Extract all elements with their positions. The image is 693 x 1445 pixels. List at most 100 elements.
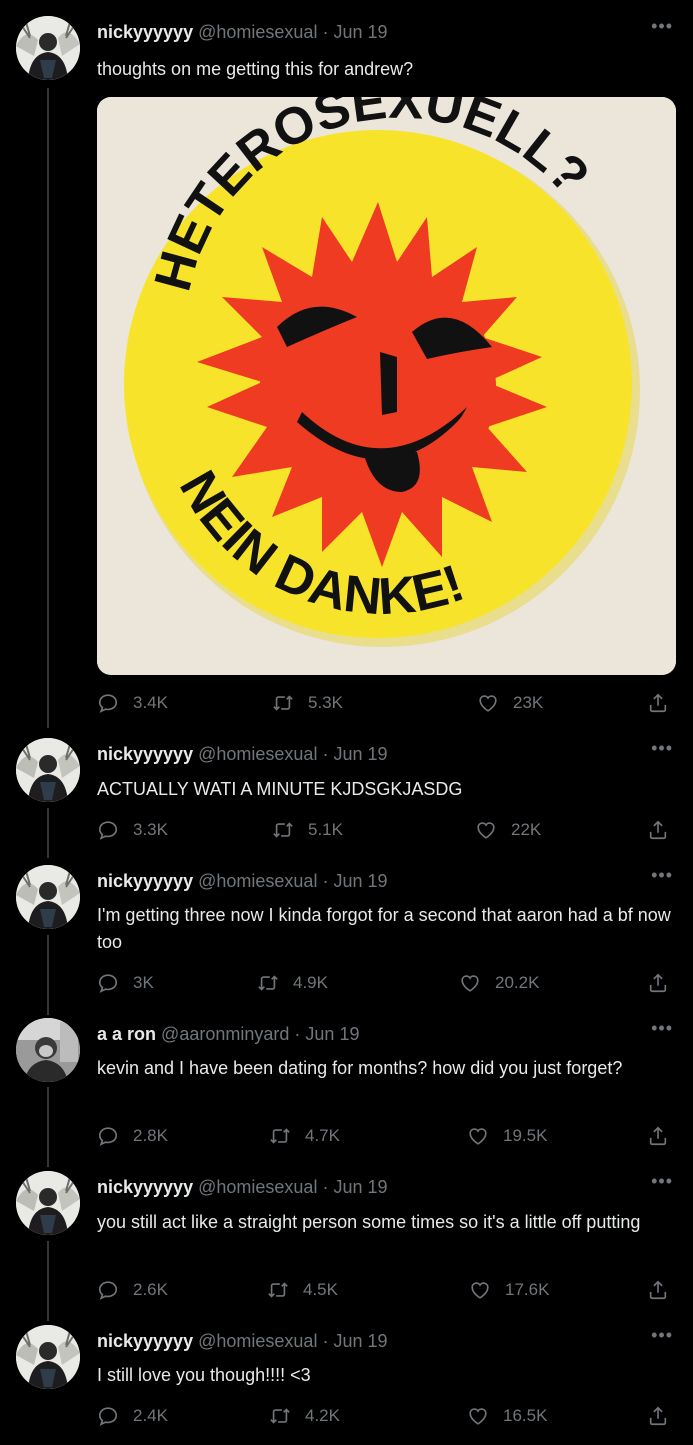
like-button[interactable]: 23K xyxy=(477,692,543,714)
more-icon[interactable]: ••• xyxy=(651,1171,673,1191)
display-name[interactable]: nickyyyyyy xyxy=(97,22,193,42)
reply-icon xyxy=(97,692,119,714)
more-icon[interactable]: ••• xyxy=(651,865,673,885)
display-name[interactable]: a a ron xyxy=(97,1024,156,1044)
avatar[interactable] xyxy=(16,865,80,929)
user-handle[interactable]: @aaronminyard xyxy=(161,1024,289,1044)
retweet-button[interactable]: 4.7K xyxy=(269,1125,340,1147)
tweet-date[interactable]: Jun 19 xyxy=(333,744,387,764)
separator: · xyxy=(322,871,329,891)
retweet-icon xyxy=(272,819,294,841)
avatar[interactable] xyxy=(16,1171,80,1235)
reply-button[interactable]: 3K xyxy=(97,972,154,994)
share-button[interactable] xyxy=(647,972,669,994)
like-button[interactable]: 16.5K xyxy=(467,1405,547,1427)
user-handle[interactable]: @homiesexual xyxy=(198,871,317,891)
display-name[interactable]: nickyyyyyy xyxy=(97,744,193,764)
tweet[interactable]: nickyyyyyy @homiesexual · Jun 19 ••• I s… xyxy=(0,1325,693,1440)
retweet-button[interactable]: 5.1K xyxy=(272,819,343,841)
like-count: 22K xyxy=(511,820,542,839)
reply-icon xyxy=(97,1405,119,1427)
user-handle[interactable]: @homiesexual xyxy=(198,1177,317,1197)
retweet-count: 4.7K xyxy=(305,1126,340,1145)
reply-button[interactable]: 3.3K xyxy=(97,819,168,841)
tweet-text: thoughts on me getting this for andrew? xyxy=(97,59,414,79)
tweet-date[interactable]: Jun 19 xyxy=(305,1024,359,1044)
retweet-icon xyxy=(257,972,279,994)
reply-button[interactable]: 3.4K xyxy=(97,692,168,714)
reply-count: 2.6K xyxy=(133,1280,168,1299)
more-icon[interactable]: ••• xyxy=(651,1018,673,1038)
more-icon[interactable]: ••• xyxy=(651,1325,673,1345)
like-button[interactable]: 19.5K xyxy=(467,1125,547,1147)
tweet-header: nickyyyyyy @homiesexual · Jun 19 xyxy=(97,1329,388,1353)
like-button[interactable]: 17.6K xyxy=(469,1279,549,1301)
tweet[interactable]: nickyyyyyy @homiesexual · Jun 19 ••• ACT… xyxy=(0,738,693,848)
tweet-actions: 3.3K 5.1K 22K xyxy=(97,819,673,843)
retweet-button[interactable]: 4.9K xyxy=(257,972,328,994)
share-icon xyxy=(647,972,669,994)
tweet[interactable]: nickyyyyyy @homiesexual · Jun 19 ••• I'm… xyxy=(0,865,693,1005)
like-count: 16.5K xyxy=(503,1406,548,1425)
user-handle[interactable]: @homiesexual xyxy=(198,1331,317,1351)
share-button[interactable] xyxy=(647,1125,669,1147)
like-count: 23K xyxy=(513,693,544,712)
reply-button[interactable]: 2.4K xyxy=(97,1405,168,1427)
tweet-text: you still act like a straight person som… xyxy=(97,1212,641,1232)
tweet-actions: 3K 4.9K 20.2K xyxy=(97,972,673,996)
user-handle[interactable]: @homiesexual xyxy=(198,744,317,764)
user-handle[interactable]: @homiesexual xyxy=(198,22,317,42)
share-icon xyxy=(647,1405,669,1427)
separator: · xyxy=(322,1331,329,1351)
tweet[interactable]: nickyyyyyy @homiesexual · Jun 19 ••• tho… xyxy=(0,16,693,716)
tweet[interactable]: nickyyyyyy @homiesexual · Jun 19 ••• you… xyxy=(0,1171,693,1311)
retweet-button[interactable]: 5.3K xyxy=(272,692,343,714)
retweet-icon xyxy=(272,692,294,714)
share-button[interactable] xyxy=(647,819,669,841)
tweet[interactable]: a a ron @aaronminyard · Jun 19 ••• kevin… xyxy=(0,1018,693,1158)
heart-icon xyxy=(467,1405,489,1427)
like-button[interactable]: 20.2K xyxy=(459,972,539,994)
tweet-date[interactable]: Jun 19 xyxy=(333,871,387,891)
like-button[interactable]: 22K xyxy=(475,819,541,841)
display-name[interactable]: nickyyyyyy xyxy=(97,1177,193,1197)
more-icon[interactable]: ••• xyxy=(651,16,673,36)
avatar[interactable] xyxy=(16,1325,80,1389)
tweet-text: I still love you though!!!! <3 xyxy=(97,1365,311,1385)
tweet-header: a a ron @aaronminyard · Jun 19 xyxy=(97,1022,359,1046)
more-icon[interactable]: ••• xyxy=(651,738,673,758)
tweet-header: nickyyyyyy @homiesexual · Jun 19 xyxy=(97,20,388,44)
tweet-header: nickyyyyyy @homiesexual · Jun 19 xyxy=(97,1175,388,1199)
avatar[interactable] xyxy=(16,1018,80,1082)
reply-button[interactable]: 2.6K xyxy=(97,1279,168,1301)
tweet-date[interactable]: Jun 19 xyxy=(333,1177,387,1197)
display-name[interactable]: nickyyyyyy xyxy=(97,871,193,891)
tweet-image[interactable]: HETEROSEXUELL? NEIN DANKE! xyxy=(97,97,676,675)
retweet-icon xyxy=(267,1279,289,1301)
tweet-date[interactable]: Jun 19 xyxy=(333,22,387,42)
tweet-header: nickyyyyyy @homiesexual · Jun 19 xyxy=(97,869,388,893)
share-icon xyxy=(647,1279,669,1301)
retweet-button[interactable]: 4.5K xyxy=(267,1279,338,1301)
tweet-actions: 2.4K 4.2K 16.5K xyxy=(97,1405,673,1429)
share-button[interactable] xyxy=(647,1405,669,1427)
share-icon xyxy=(647,819,669,841)
separator: · xyxy=(322,1177,329,1197)
badge-image: HETEROSEXUELL? NEIN DANKE! xyxy=(97,97,676,675)
avatar[interactable] xyxy=(16,16,80,80)
tweet-text: I'm getting three now I kinda forgot for… xyxy=(97,905,671,952)
display-name[interactable]: nickyyyyyy xyxy=(97,1331,193,1351)
tweet-text: kevin and I have been dating for months?… xyxy=(97,1058,623,1078)
separator: · xyxy=(322,744,329,764)
share-button[interactable] xyxy=(647,1279,669,1301)
share-button[interactable] xyxy=(647,692,669,714)
tweet-date[interactable]: Jun 19 xyxy=(333,1331,387,1351)
tweet-header: nickyyyyyy @homiesexual · Jun 19 xyxy=(97,742,388,766)
heart-icon xyxy=(469,1279,491,1301)
reply-count: 2.4K xyxy=(133,1406,168,1425)
separator: · xyxy=(322,22,329,42)
avatar[interactable] xyxy=(16,738,80,802)
reply-count: 3.4K xyxy=(133,693,168,712)
reply-button[interactable]: 2.8K xyxy=(97,1125,168,1147)
retweet-button[interactable]: 4.2K xyxy=(269,1405,340,1427)
